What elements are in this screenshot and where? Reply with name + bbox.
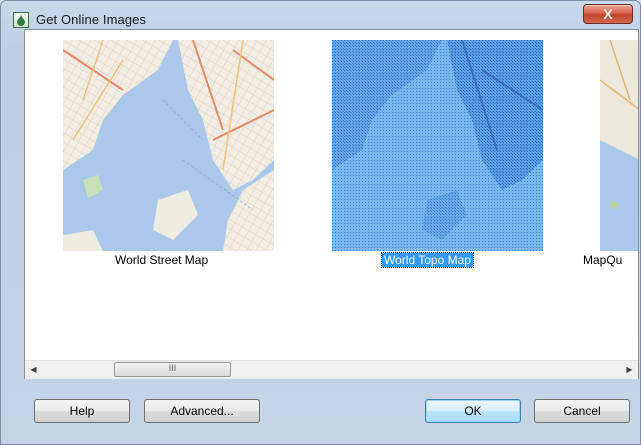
cancel-button[interactable]: Cancel — [534, 399, 630, 423]
scrollbar-thumb[interactable]: III — [114, 362, 231, 377]
window-title: Get Online Images — [36, 12, 147, 27]
horizontal-scrollbar[interactable]: ◀ III ▶ — [25, 360, 638, 379]
close-button[interactable]: X — [583, 4, 633, 24]
ok-button[interactable]: OK — [425, 399, 521, 423]
app-icon — [13, 12, 29, 28]
scroll-left-arrow-icon[interactable]: ◀ — [25, 361, 42, 379]
advanced-button[interactable]: Advanced... — [144, 399, 260, 423]
mapquest-label[interactable]: MapQu — [583, 253, 622, 267]
dialog-window: Get Online Images X World Street Map Wor… — [0, 0, 641, 445]
help-button[interactable]: Help — [34, 399, 130, 423]
world-topo-map-thumbnail[interactable] — [332, 40, 543, 251]
image-gallery[interactable]: World Street Map World Topo Map MapQu — [24, 29, 639, 379]
world-street-map-thumbnail[interactable] — [63, 40, 274, 251]
world-topo-map-label[interactable]: World Topo Map — [381, 252, 474, 268]
mapquest-thumbnail[interactable] — [600, 40, 638, 251]
scroll-right-arrow-icon[interactable]: ▶ — [621, 361, 638, 379]
world-street-map-label[interactable]: World Street Map — [115, 253, 208, 267]
